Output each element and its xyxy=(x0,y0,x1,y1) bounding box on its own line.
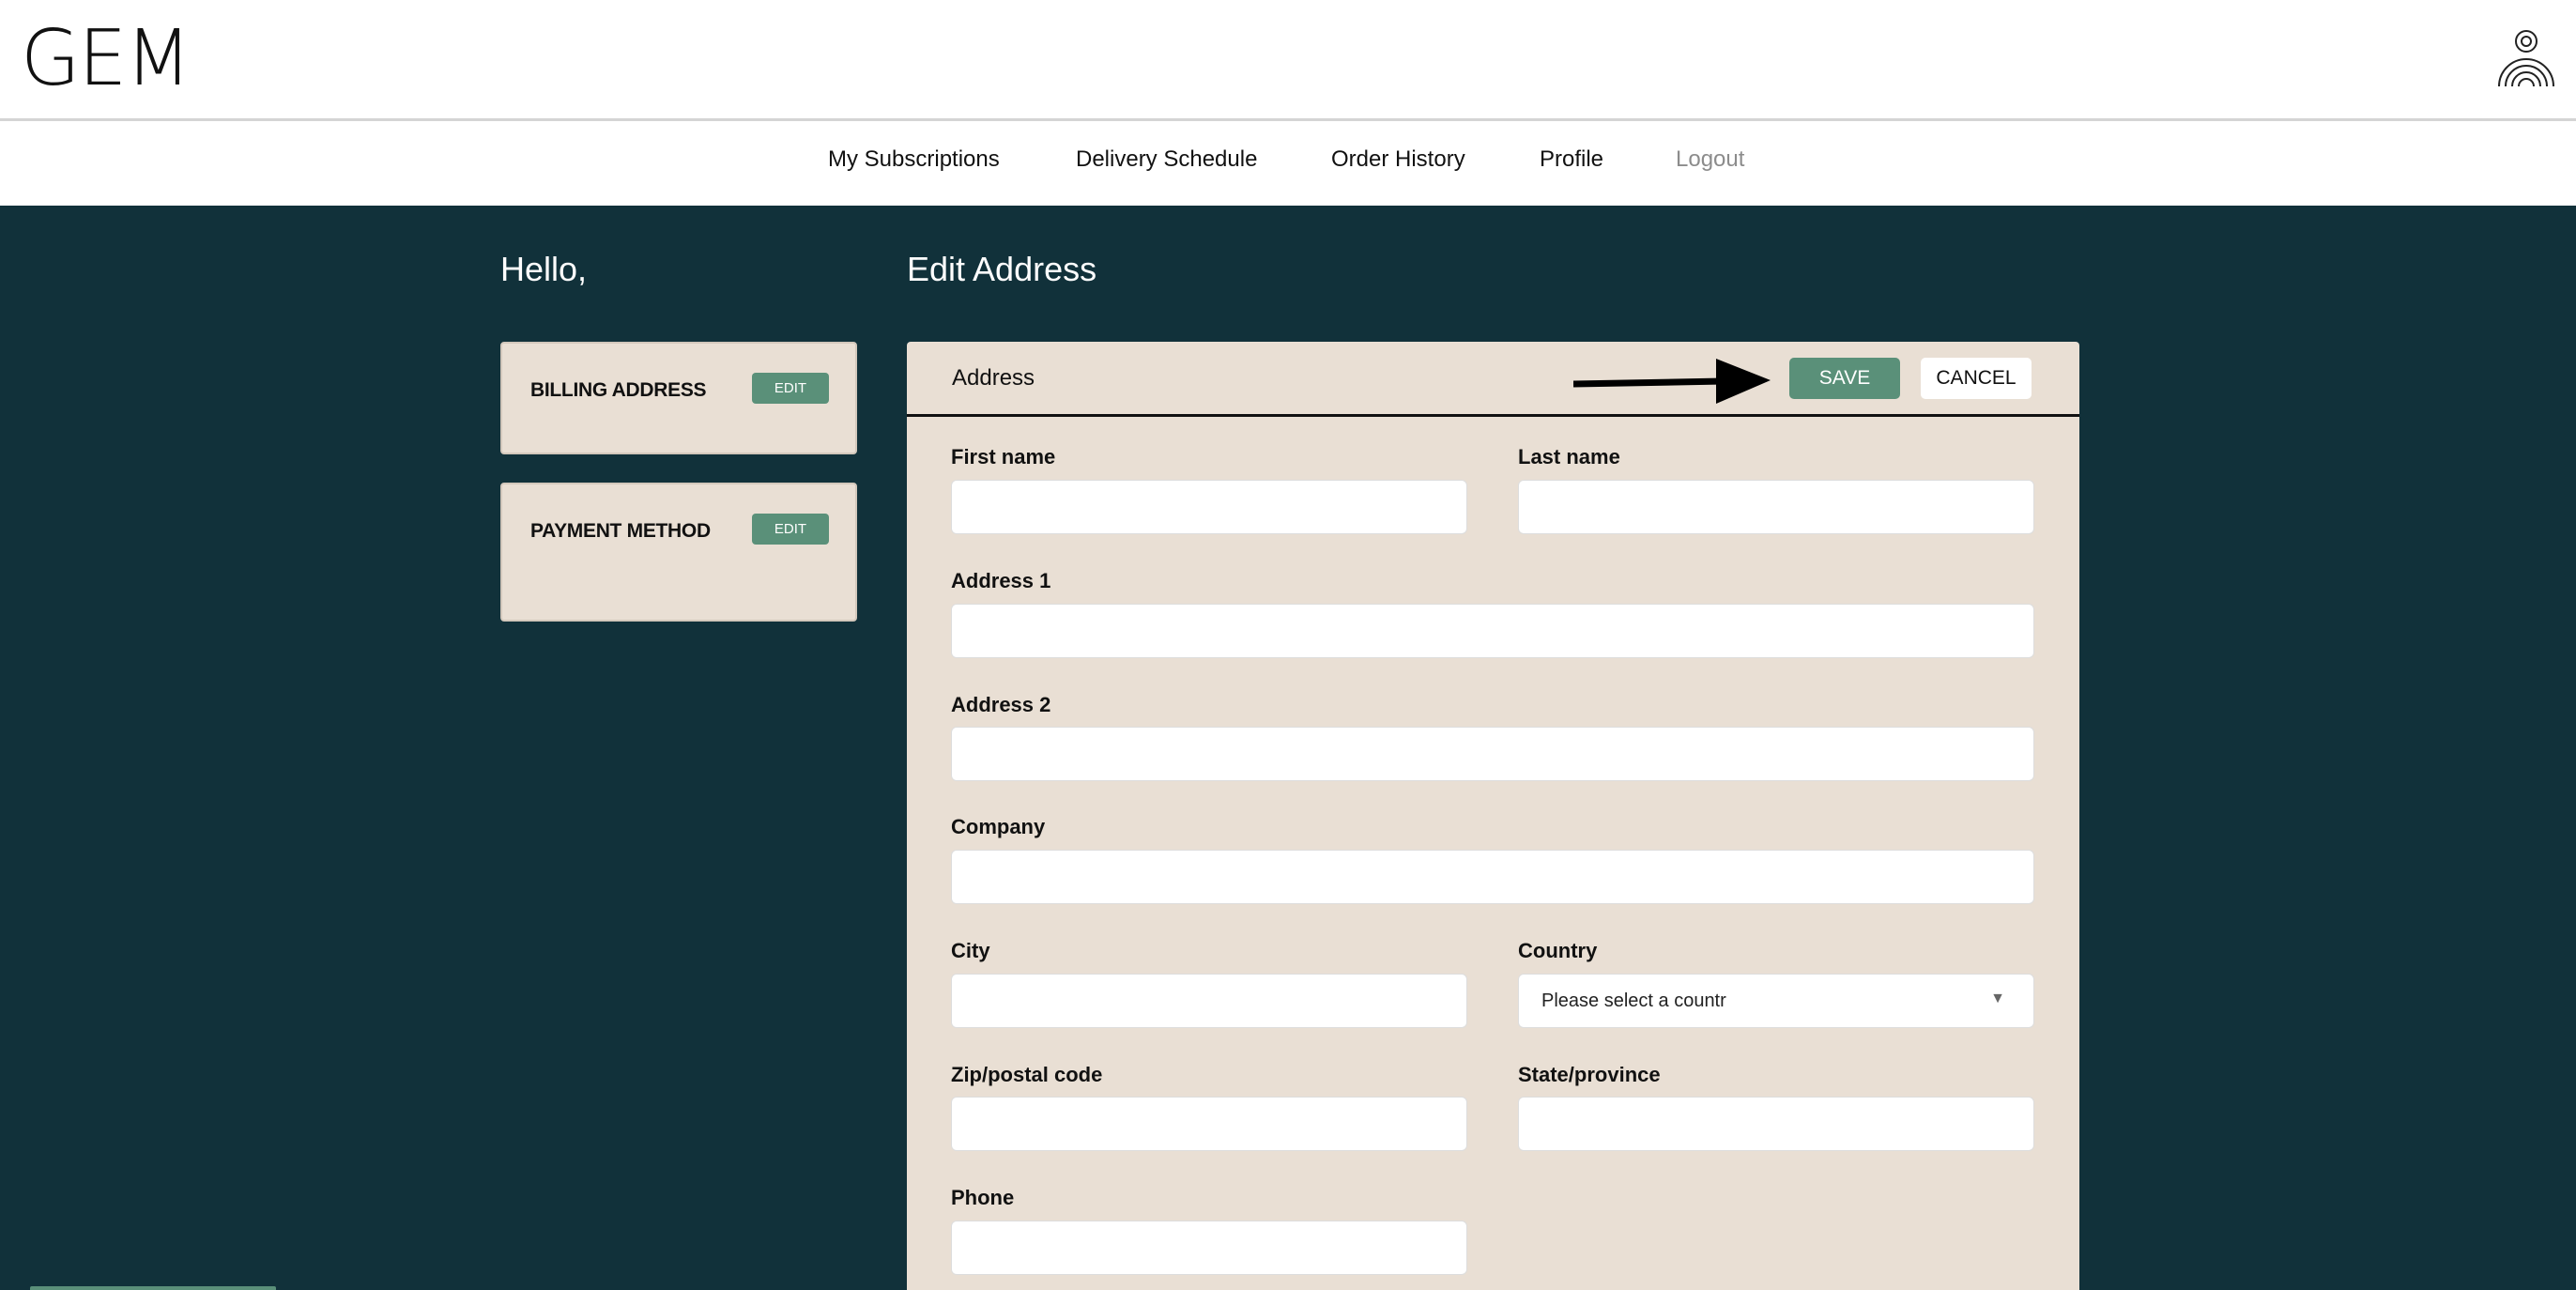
nav-my-subscriptions[interactable]: My Subscriptions xyxy=(828,146,1000,173)
first-name-label: First name xyxy=(951,445,1056,468)
address2-input[interactable] xyxy=(951,727,2034,781)
payment-method-title: PAYMENT METHOD xyxy=(530,520,711,542)
state-label: State/province xyxy=(1518,1063,1661,1086)
address1-label: Address 1 xyxy=(951,569,1051,592)
zip-label: Zip/postal code xyxy=(951,1063,1103,1086)
company-label: Company xyxy=(951,815,1046,838)
city-label: City xyxy=(951,939,990,962)
page-title: Edit Address xyxy=(907,250,1097,288)
billing-address-title: BILLING ADDRESS xyxy=(530,379,707,401)
greeting: Hello, xyxy=(500,250,588,288)
phone-label: Phone xyxy=(951,1186,1015,1209)
address-form-panel: Address SAVE CANCEL First name Last name… xyxy=(907,342,2079,1290)
country-label: Country xyxy=(1518,939,1598,962)
billing-address-card: BILLING ADDRESS EDIT xyxy=(500,342,857,454)
cancel-button[interactable]: CANCEL xyxy=(1921,358,2032,399)
country-select-value: Please select a countr xyxy=(1541,991,1726,1011)
first-name-input[interactable] xyxy=(951,480,1467,534)
address-section-title: Address xyxy=(952,365,1035,391)
company-input[interactable] xyxy=(951,850,2034,904)
city-input[interactable] xyxy=(951,974,1467,1028)
address2-label: Address 2 xyxy=(951,693,1051,716)
site-header: GEM xyxy=(0,0,2576,121)
address-form-header: Address SAVE CANCEL xyxy=(907,342,2079,417)
phone-input[interactable] xyxy=(951,1221,1467,1275)
nav-logout[interactable]: Logout xyxy=(1676,146,1744,173)
billing-address-edit-button[interactable]: EDIT xyxy=(752,373,829,404)
nav-profile[interactable]: Profile xyxy=(1540,146,1603,173)
last-name-label: Last name xyxy=(1518,445,1620,468)
address1-input[interactable] xyxy=(951,604,2034,658)
nav-order-history[interactable]: Order History xyxy=(1331,146,1465,173)
last-name-input[interactable] xyxy=(1518,480,2034,534)
chat-widget-tab[interactable] xyxy=(30,1286,276,1290)
country-select[interactable]: Please select a countr ▼ xyxy=(1518,974,2034,1028)
payment-method-edit-button[interactable]: EDIT xyxy=(752,514,829,545)
arrow-right-icon xyxy=(1573,359,1771,404)
save-button[interactable]: SAVE xyxy=(1789,358,1900,399)
main-nav: My Subscriptions Delivery Schedule Order… xyxy=(0,121,2576,206)
gem-logo[interactable]: GEM xyxy=(21,21,192,98)
caret-down-icon: ▼ xyxy=(1990,991,2005,1006)
nav-delivery-schedule[interactable]: Delivery Schedule xyxy=(1076,146,1257,173)
user-account-icon[interactable] xyxy=(2495,28,2557,90)
payment-method-card: PAYMENT METHOD EDIT xyxy=(500,483,857,622)
state-input[interactable] xyxy=(1518,1097,2034,1151)
zip-input[interactable] xyxy=(951,1097,1467,1151)
